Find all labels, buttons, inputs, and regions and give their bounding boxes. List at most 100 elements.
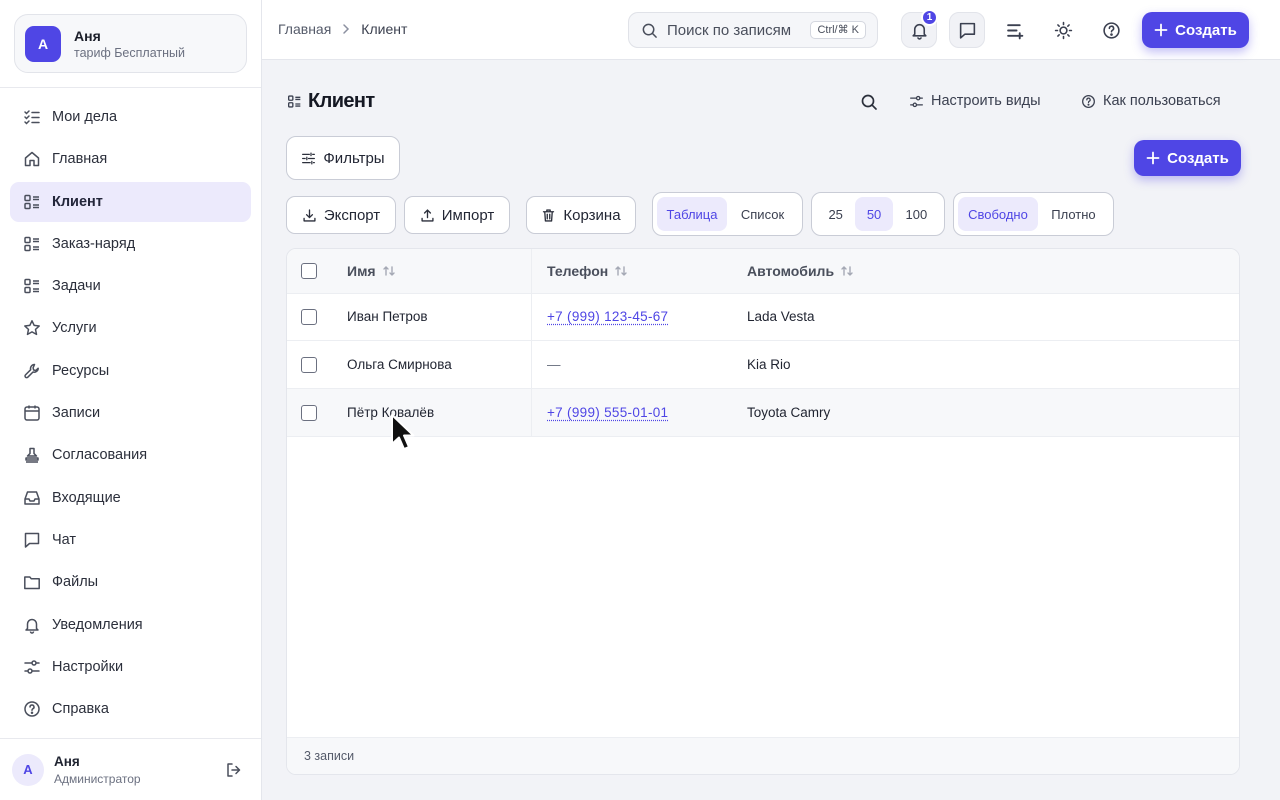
user-name: Аня — [54, 753, 80, 769]
trash-label: Корзина — [563, 206, 621, 224]
sidebar-item-label: Главная — [52, 151, 108, 168]
density-toggle: Свободно Плотно — [953, 192, 1114, 236]
create-button[interactable]: Создать — [1142, 12, 1249, 48]
row-checkbox[interactable] — [301, 308, 317, 325]
sidebar-item-records[interactable]: Записи — [10, 393, 251, 433]
row-checkbox[interactable] — [301, 356, 317, 373]
sidebar-item-label: Чат — [52, 531, 77, 548]
cell-name: Иван Петров — [347, 309, 428, 324]
page-size-100[interactable]: 100 — [893, 197, 940, 231]
sidebar-item-label: Клиент — [52, 193, 103, 210]
sidebar-item-label: Уведомления — [52, 616, 143, 633]
help-icon — [1102, 21, 1120, 39]
home-icon — [24, 152, 40, 167]
sidebar-item-services[interactable]: Услуги — [10, 308, 251, 348]
sidebar-item-label: Услуги — [52, 320, 97, 337]
breadcrumb: Главная Клиент — [278, 21, 407, 37]
list-add-icon — [1006, 23, 1023, 39]
cell-phone-empty: — — [547, 357, 561, 372]
sidebar-item-my-tasks[interactable]: Мои дела — [10, 97, 251, 137]
column-header-car[interactable]: Автомобиль — [747, 249, 854, 293]
cell-car: Toyota Camry — [747, 405, 831, 420]
column-divider — [531, 249, 532, 437]
star-icon — [24, 320, 40, 336]
trash-icon — [543, 208, 555, 222]
column-header-name[interactable]: Имя — [347, 249, 396, 293]
inbox-icon — [24, 490, 40, 505]
add-to-list-button[interactable] — [997, 12, 1033, 48]
search-input[interactable]: Поиск по записям Ctrl/⌘ K — [628, 12, 878, 48]
configure-views-button[interactable]: Настроить виды — [909, 93, 1041, 109]
export-button[interactable]: Экспорт — [286, 196, 396, 234]
account-avatar: А — [25, 25, 61, 62]
view-mode-table[interactable]: Таблица — [657, 197, 728, 231]
table-row[interactable]: Ольга Смирнова — Kia Rio — [287, 341, 1239, 389]
create-button-label: Создать — [1175, 21, 1237, 39]
records-table: Имя Телефон Автомобиль Иван Петров +7 (9… — [286, 248, 1240, 775]
filter-sliders-icon — [302, 151, 316, 165]
view-mode-toggle: Таблица Список — [652, 192, 803, 236]
sidebar-item-label: Согласования — [52, 447, 148, 464]
column-header-label: Автомобиль — [747, 263, 835, 279]
page-size-25[interactable]: 25 — [816, 197, 855, 231]
help-button[interactable] — [1093, 12, 1129, 48]
sidebar-nav: Мои дела Главная Клиент Заказ-наряд Зада… — [10, 97, 251, 731]
sidebar-item-work-order[interactable]: Заказ-наряд — [10, 224, 251, 264]
sun-icon — [1054, 21, 1072, 39]
how-to-use-button[interactable]: Как пользоваться — [1081, 93, 1221, 109]
page-size-50[interactable]: 50 — [855, 197, 893, 231]
sidebar-item-home[interactable]: Главная — [10, 139, 251, 179]
sidebar-item-label: Задачи — [52, 278, 101, 295]
cell-phone-link[interactable]: +7 (999) 123-45-67 — [547, 309, 668, 324]
mouse-cursor-icon — [391, 414, 415, 450]
table-list-icon — [24, 194, 39, 209]
sidebar-item-chat[interactable]: Чат — [10, 520, 251, 560]
filters-button[interactable]: Фильтры — [286, 136, 400, 180]
search-shortcut: Ctrl/⌘ K — [810, 21, 866, 39]
sidebar-item-resources[interactable]: Ресурсы — [10, 351, 251, 391]
view-mode-list[interactable]: Список — [727, 197, 798, 231]
create-record-button[interactable]: Создать — [1134, 140, 1241, 176]
trash-button[interactable]: Корзина — [526, 196, 636, 234]
page-size-toggle: 25 50 100 — [811, 192, 945, 236]
sidebar-divider — [0, 87, 261, 88]
breadcrumb-home[interactable]: Главная — [278, 21, 331, 37]
page-title-text: Клиент — [308, 90, 375, 112]
sidebar-item-files[interactable]: Файлы — [10, 562, 251, 602]
sidebar-item-approvals[interactable]: Согласования — [10, 435, 251, 475]
avatar: А — [12, 753, 44, 786]
sidebar-item-label: Справка — [52, 701, 109, 718]
select-all-checkbox[interactable] — [301, 263, 317, 279]
breadcrumb-current: Клиент — [361, 21, 408, 37]
column-header-phone[interactable]: Телефон — [547, 249, 628, 293]
density-compact[interactable]: Плотно — [1038, 197, 1109, 231]
checklist-icon — [24, 110, 40, 125]
chat-button[interactable] — [949, 12, 985, 48]
search-icon[interactable] — [860, 93, 878, 111]
sidebar-item-tasks[interactable]: Задачи — [10, 266, 251, 306]
chat-icon — [24, 532, 40, 548]
account-switcher[interactable]: А Аня тариф Бесплатный — [14, 14, 247, 73]
sidebar-item-inbox[interactable]: Входящие — [10, 478, 251, 518]
table-list-icon — [288, 95, 301, 108]
sidebar-item-label: Ресурсы — [52, 362, 110, 379]
logout-icon[interactable] — [225, 761, 243, 779]
cell-phone-link[interactable]: +7 (999) 555-01-01 — [547, 405, 668, 420]
notifications-button[interactable]: 1 — [901, 9, 938, 48]
import-button[interactable]: Импорт — [404, 196, 510, 234]
sidebar-item-notifications[interactable]: Уведомления — [10, 605, 251, 645]
page-title: Клиент — [287, 90, 375, 113]
theme-toggle-button[interactable] — [1045, 12, 1081, 48]
table-row[interactable]: Иван Петров +7 (999) 123-45-67 Lada Vest… — [287, 293, 1239, 341]
sidebar-item-settings[interactable]: Настройки — [10, 647, 251, 687]
density-comfortable[interactable]: Свободно — [958, 197, 1038, 231]
table-row[interactable]: Пётр Ковалёв +7 (999) 555-01-01 Toyota C… — [287, 389, 1239, 437]
column-header-label: Телефон — [547, 263, 609, 279]
sidebar-item-label: Мои дела — [52, 109, 118, 125]
row-checkbox[interactable] — [301, 404, 317, 421]
sidebar-item-client[interactable]: Клиент — [10, 181, 251, 222]
upload-icon — [421, 208, 434, 222]
import-label: Импорт — [441, 206, 495, 224]
sidebar-item-help[interactable]: Справка — [10, 689, 251, 729]
how-to-use-label: Как пользоваться — [1103, 93, 1221, 109]
